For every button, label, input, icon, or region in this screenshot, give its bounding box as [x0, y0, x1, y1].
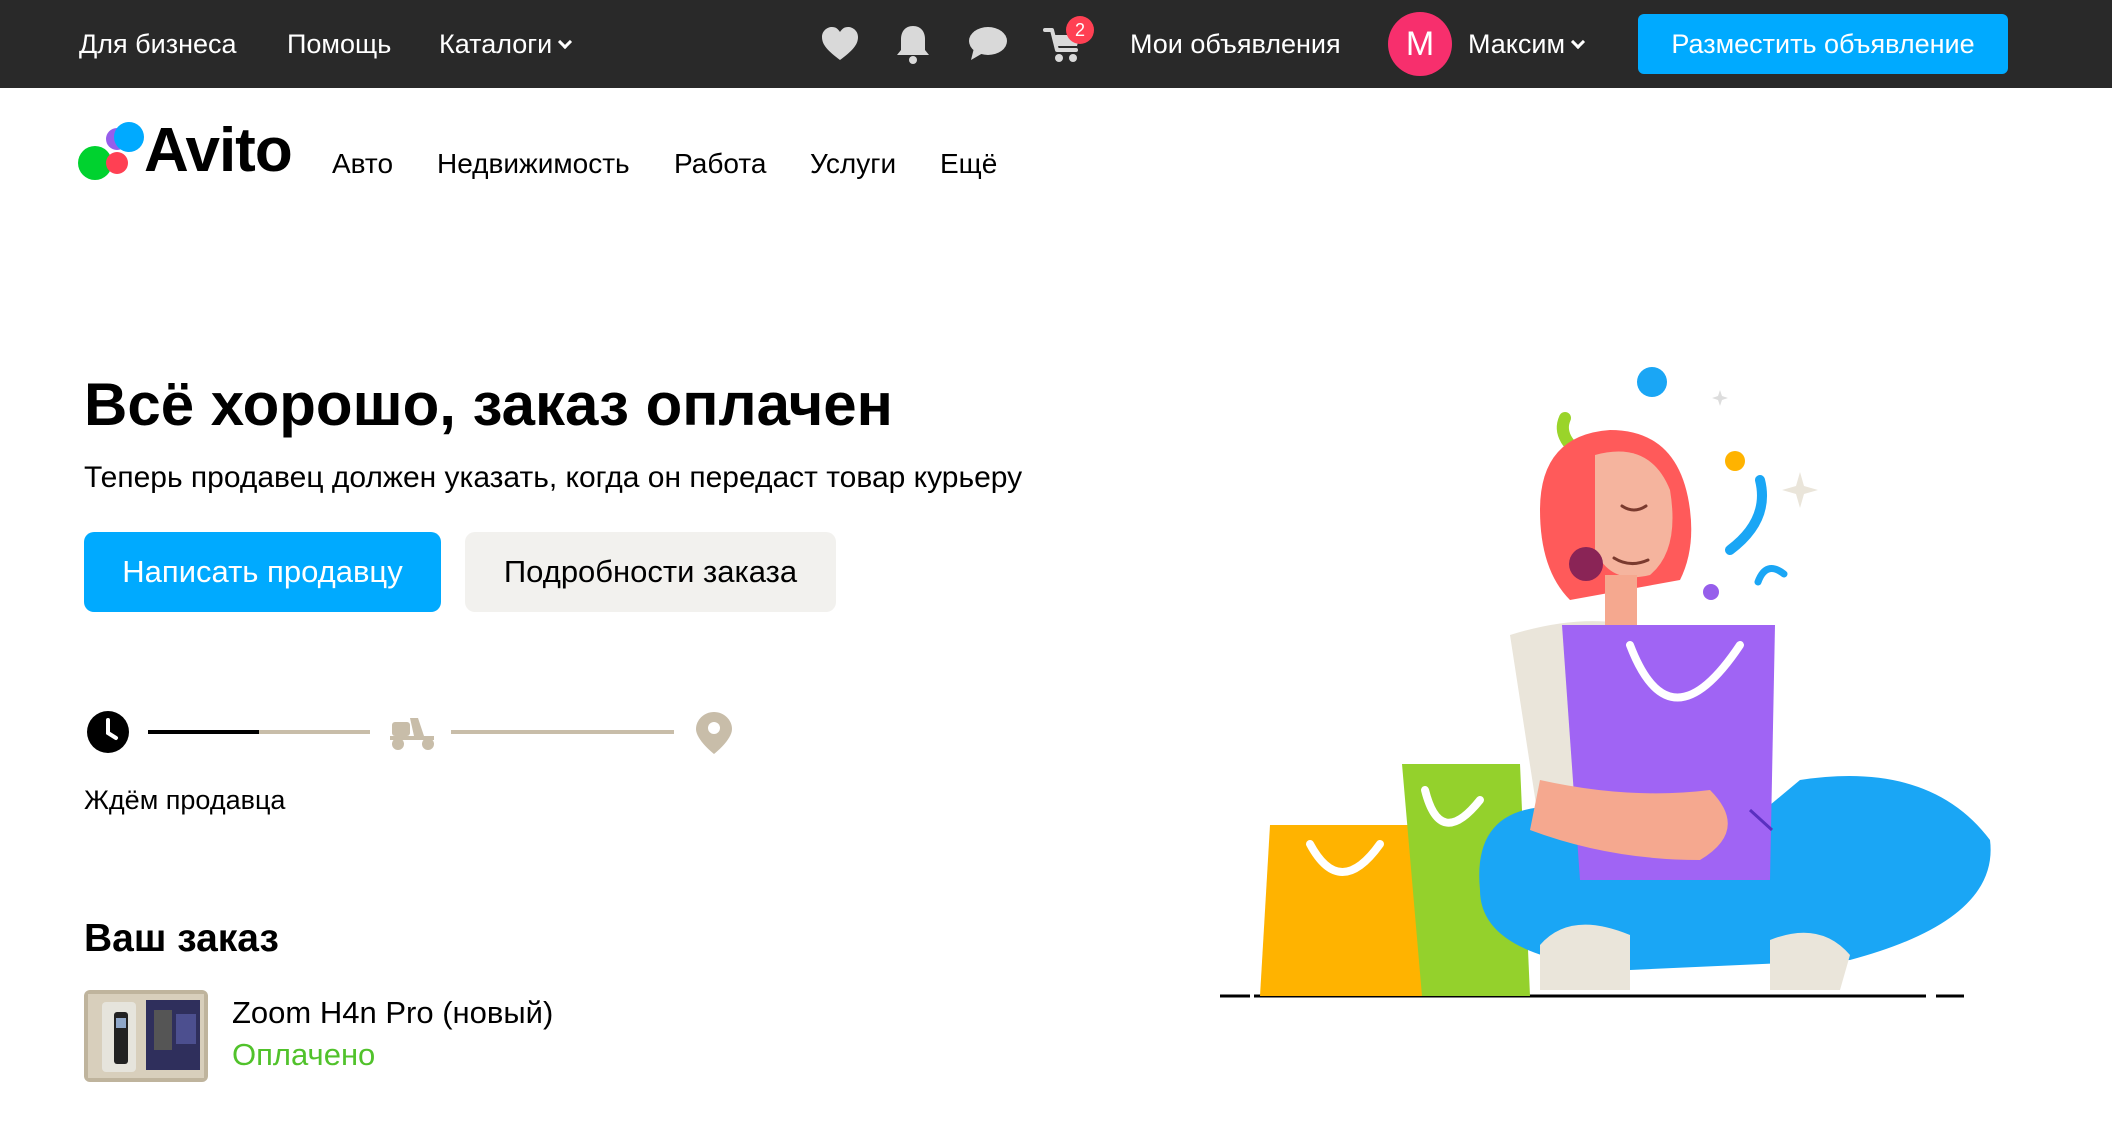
location-pin-icon	[696, 712, 732, 754]
catalogs-label: Каталоги	[439, 29, 553, 59]
chat-icon[interactable]	[966, 22, 1010, 66]
happy-shopper-illustration	[1210, 360, 2010, 1010]
tracker-status: Ждём продавца	[84, 785, 286, 815]
page-subtitle: Теперь продавец должен указать, когда он…	[84, 461, 1023, 494]
scooter-icon	[390, 718, 434, 750]
category-services[interactable]: Услуги	[810, 144, 896, 184]
top-bar: Для бизнеса Помощь Каталоги 2 Мои объявл…	[0, 0, 2112, 88]
avatar[interactable]: М	[1388, 12, 1452, 76]
user-menu[interactable]: Максим	[1468, 24, 1586, 64]
order-heading: Ваш заказ	[84, 917, 279, 960]
page-title: Всё хорошо, заказ оплачен	[84, 371, 893, 438]
cart-badge: 2	[1066, 16, 1094, 44]
user-name: Максим	[1468, 29, 1566, 59]
order-item-title[interactable]: Zoom H4n Pro (новый)	[232, 992, 553, 1034]
logo-text: Avito	[144, 116, 293, 185]
chevron-down-icon	[1571, 34, 1586, 50]
catalogs-menu[interactable]: Каталоги	[439, 24, 573, 64]
clock-icon	[87, 711, 129, 753]
order-item-thumbnail[interactable]	[84, 990, 208, 1082]
write-seller-button[interactable]: Написать продавцу	[84, 532, 441, 612]
category-auto[interactable]: Авто	[332, 144, 393, 184]
post-ad-button[interactable]: Разместить объявление	[1638, 14, 2008, 74]
help-link[interactable]: Помощь	[287, 24, 391, 64]
category-jobs[interactable]: Работа	[674, 144, 766, 184]
category-more[interactable]: Ещё	[940, 144, 997, 184]
bell-icon[interactable]	[891, 22, 935, 66]
business-link[interactable]: Для бизнеса	[79, 24, 237, 64]
order-details-button[interactable]: Подробности заказа	[465, 532, 836, 612]
order-progress-tracker	[84, 708, 744, 756]
category-realty[interactable]: Недвижимость	[437, 144, 630, 184]
my-ads-link[interactable]: Мои объявления	[1130, 24, 1341, 64]
logo-dot-red	[106, 152, 128, 174]
logo-dot-blue	[114, 122, 144, 152]
order-item-status: Оплачено	[232, 1037, 376, 1072]
chevron-down-icon	[558, 34, 573, 50]
heart-icon[interactable]	[818, 22, 862, 66]
